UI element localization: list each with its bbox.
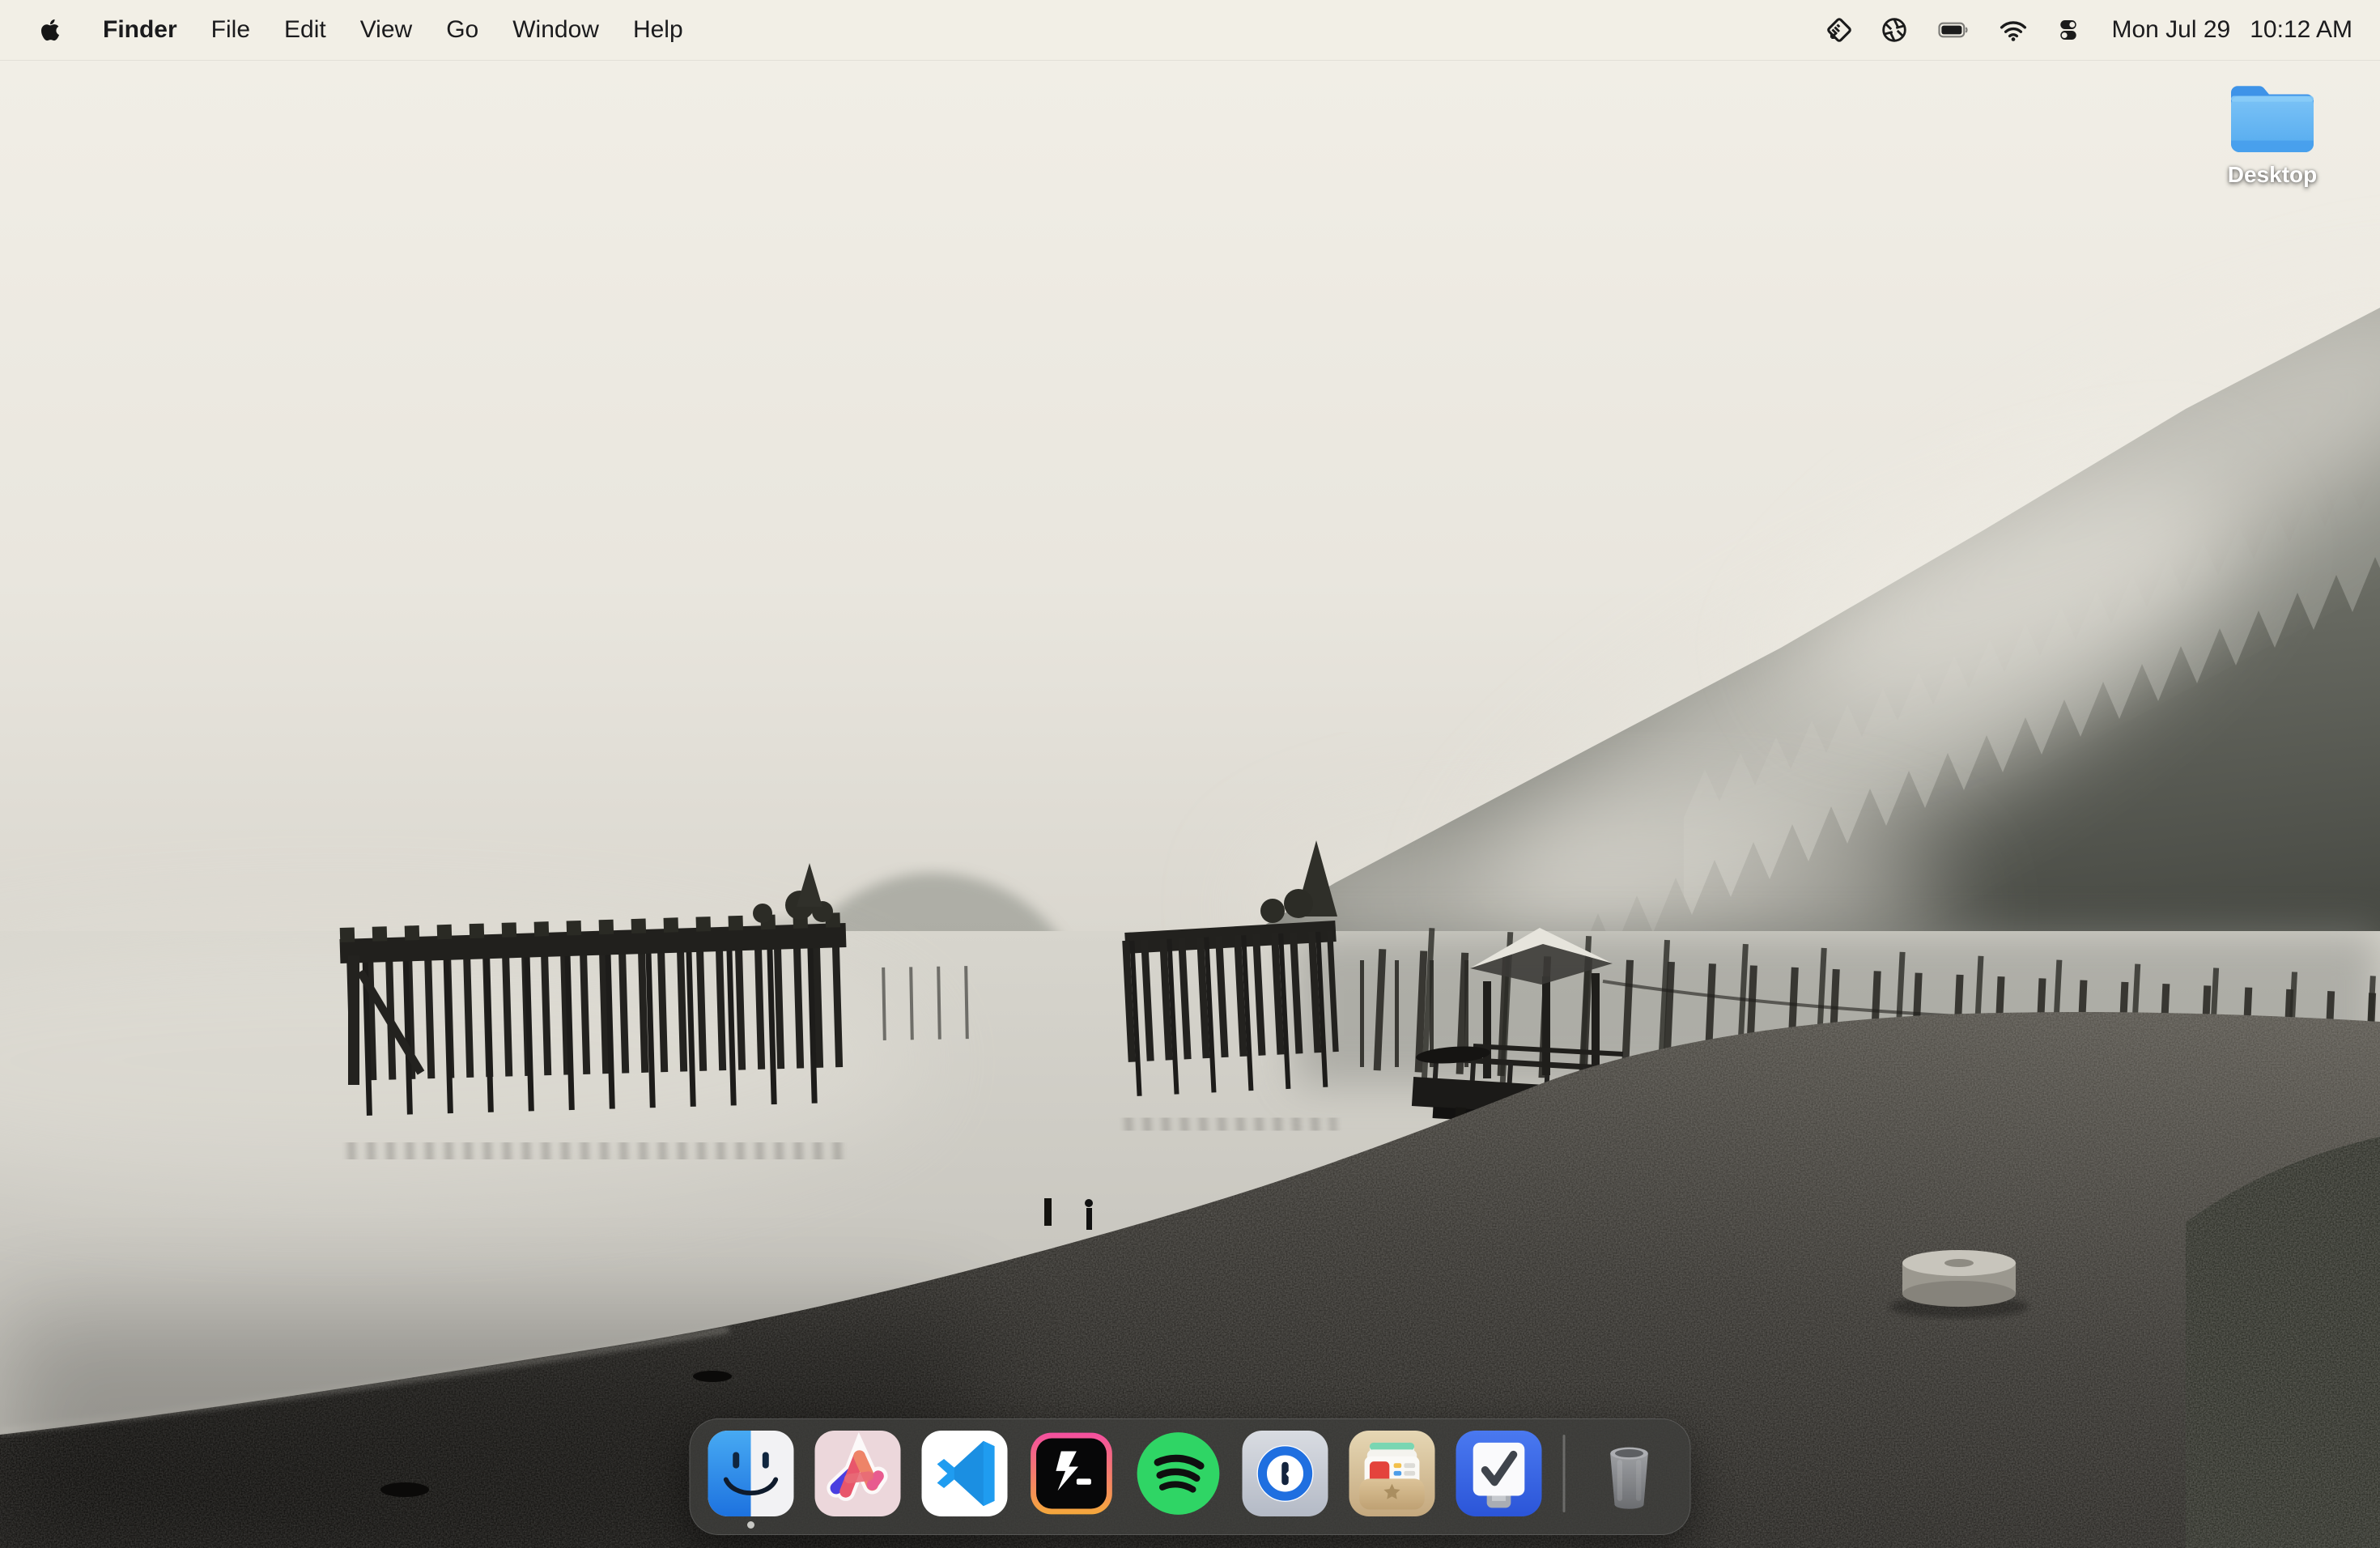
desktop-folder-label: Desktop bbox=[2228, 162, 2317, 188]
window-snap-menu-extra[interactable] bbox=[1812, 16, 1867, 44]
spotify-icon bbox=[1136, 1431, 1222, 1516]
clock-time: 10:12 AM bbox=[2250, 16, 2352, 44]
menu-bar-clock[interactable]: Mon Jul 29 10:12 AM bbox=[2111, 16, 2352, 44]
apple-logo-icon bbox=[40, 18, 60, 42]
finder-icon bbox=[708, 1431, 794, 1516]
vscode-icon bbox=[922, 1431, 1008, 1516]
menu-bar-left: Finder File Edit View Go Window Help bbox=[0, 16, 700, 44]
control-center-menu-extra[interactable] bbox=[2042, 17, 2095, 43]
window-snap-icon bbox=[1825, 16, 1853, 44]
menu-bar: Finder File Edit View Go Window Help bbox=[0, 0, 2380, 61]
arc-browser-icon bbox=[815, 1431, 901, 1516]
warp-terminal-icon bbox=[1029, 1431, 1115, 1516]
dock-divider bbox=[1563, 1435, 1566, 1512]
screenshot-aperture-icon bbox=[1881, 16, 1908, 44]
dock-item-finder[interactable] bbox=[708, 1431, 794, 1516]
clock-date: Mon Jul 29 bbox=[2111, 16, 2230, 44]
card-organizer-icon bbox=[1349, 1431, 1435, 1516]
menu-item-help[interactable]: Help bbox=[616, 16, 700, 44]
wifi-menu-extra[interactable] bbox=[1985, 18, 2042, 42]
dock bbox=[690, 1418, 1691, 1535]
menu-bar-status-area: Mon Jul 29 10:12 AM bbox=[1812, 16, 2380, 44]
trash-icon bbox=[1587, 1431, 1672, 1516]
dock-item-warp-terminal[interactable] bbox=[1029, 1431, 1115, 1516]
control-center-icon bbox=[2055, 17, 2081, 43]
onepassword-icon bbox=[1243, 1431, 1328, 1516]
wallpaper-foggy-pier-photo bbox=[0, 0, 2380, 1548]
dock-item-vscode[interactable] bbox=[922, 1431, 1008, 1516]
dock-item-card-organizer[interactable] bbox=[1349, 1431, 1435, 1516]
apple-menu[interactable] bbox=[29, 18, 71, 42]
menu-item-view[interactable]: View bbox=[343, 16, 429, 44]
screenshot-menu-extra[interactable] bbox=[1867, 16, 1922, 44]
dock-item-things-todo[interactable] bbox=[1456, 1431, 1542, 1516]
finder-running-indicator bbox=[747, 1521, 754, 1529]
wifi-icon bbox=[1999, 18, 2028, 42]
menu-item-window[interactable]: Window bbox=[495, 16, 616, 44]
dock-item-1password[interactable] bbox=[1243, 1431, 1328, 1516]
desktop-folder-shortcut[interactable]: Desktop bbox=[2179, 74, 2365, 188]
macos-desktop: Finder File Edit View Go Window Help bbox=[0, 0, 2380, 1548]
menu-item-finder[interactable]: Finder bbox=[86, 16, 194, 44]
battery-icon bbox=[1936, 19, 1971, 40]
dock-item-trash[interactable] bbox=[1587, 1431, 1672, 1516]
menu-item-go[interactable]: Go bbox=[429, 16, 495, 44]
dock-item-spotify[interactable] bbox=[1136, 1431, 1222, 1516]
battery-menu-extra[interactable] bbox=[1922, 19, 1985, 40]
things-checkbox-icon bbox=[1456, 1431, 1542, 1516]
blue-folder-icon bbox=[2221, 74, 2323, 157]
dock-item-arc-browser[interactable] bbox=[815, 1431, 901, 1516]
cable-spool bbox=[1889, 1250, 2029, 1318]
menu-item-file[interactable]: File bbox=[194, 16, 267, 44]
menu-item-edit[interactable]: Edit bbox=[267, 16, 343, 44]
